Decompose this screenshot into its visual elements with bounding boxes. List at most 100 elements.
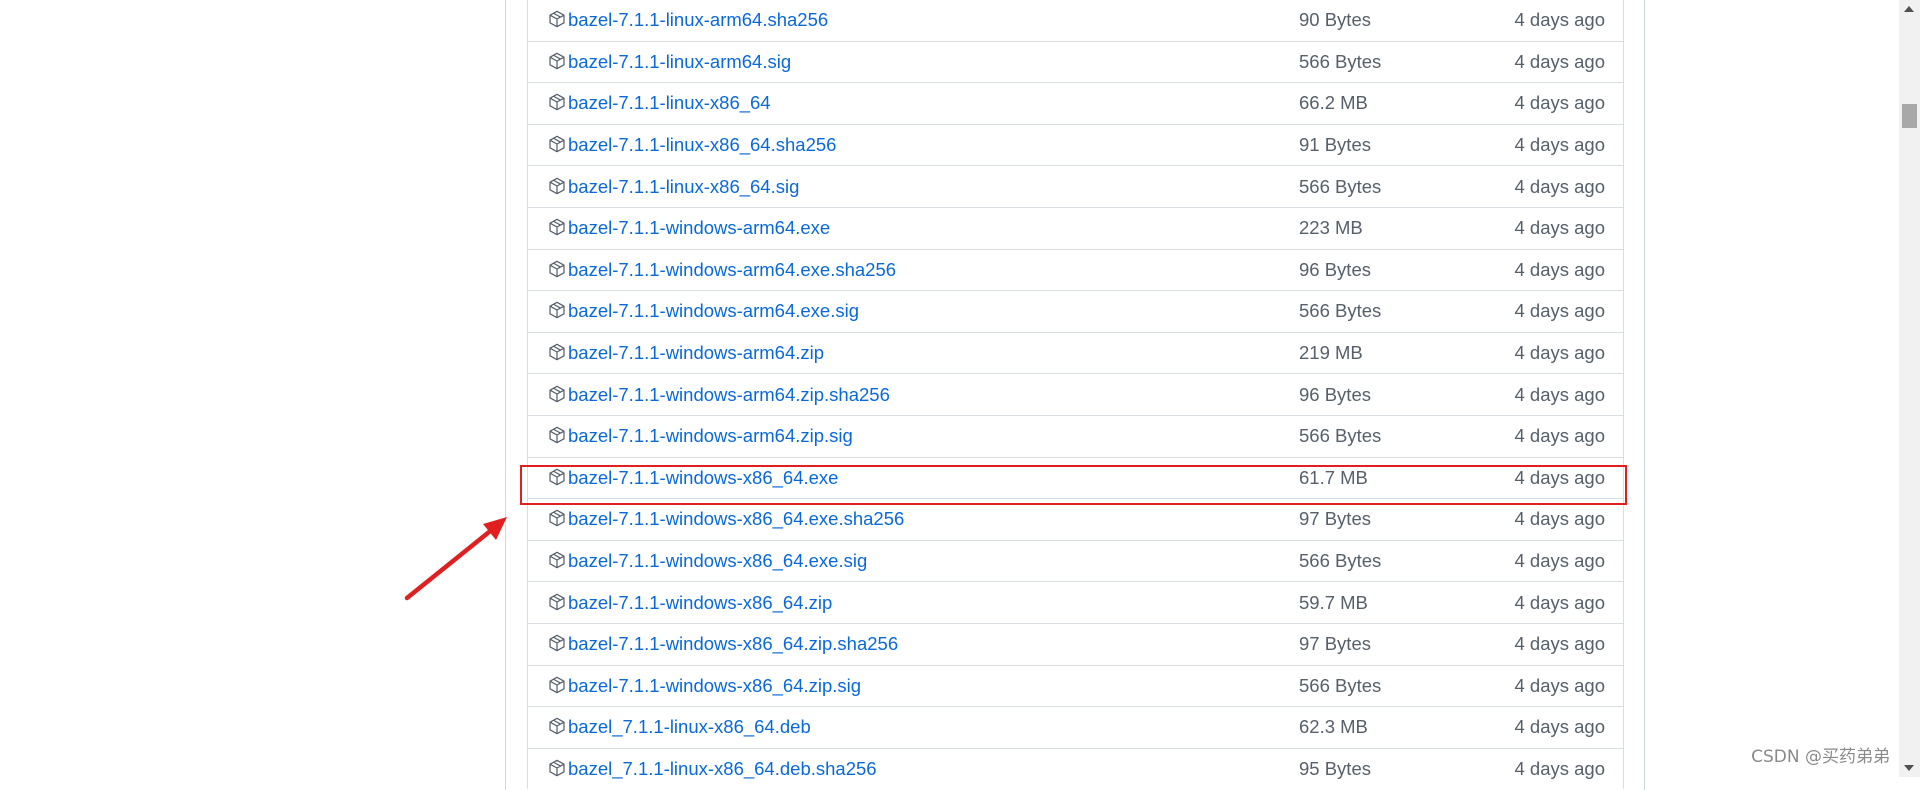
package-icon [548,385,568,405]
asset-download-link[interactable]: bazel_7.1.1-linux-x86_64.deb [568,716,811,738]
package-icon [548,717,568,737]
package-icon-svg [549,94,565,111]
scroll-thumb[interactable] [1902,104,1917,128]
asset-download-link[interactable]: bazel-7.1.1-windows-arm64.zip.sha256 [568,384,890,406]
csdn-watermark: CSDN @买药弟弟 [1751,747,1890,767]
package-icon [548,634,568,654]
asset-size: 62.3 MB [1299,716,1368,738]
package-icon-svg [549,593,565,610]
asset-row: bazel-7.1.1-windows-arm64.zip.sha256 96 B… [528,373,1623,415]
asset-row: bazel-7.1.1-linux-x86_64 66.2 MB 4 days ag… [528,82,1623,124]
asset-size: 61.7 MB [1299,466,1368,488]
package-icon-svg [549,510,565,527]
asset-download-link[interactable]: bazel-7.1.1-windows-arm64.exe.sha256 [568,259,896,281]
asset-date: 4 days ago [1514,425,1605,447]
package-icon [548,10,568,30]
package-icon-svg [549,343,565,361]
asset-size: 90 Bytes [1299,9,1371,31]
package-icon-svg [549,177,565,194]
asset-row: bazel-7.1.1-windows-x86_64.zip 59.7 MB 4 d… [528,581,1623,623]
asset-download-link[interactable]: bazel-7.1.1-windows-arm64.zip [568,342,824,364]
asset-row: bazel-7.1.1-windows-arm64.exe.sha256 96 B… [528,248,1623,291]
asset-date: 4 days ago [1514,716,1605,738]
asset-size: 566 Bytes [1299,175,1382,197]
asset-size: 219 MB [1299,342,1363,364]
asset-date: 4 days ago [1514,550,1605,572]
package-icon [548,218,568,238]
asset-size: 566 Bytes [1299,674,1382,696]
package-icon [548,177,568,197]
package-icon [548,468,568,488]
asset-date: 4 days ago [1514,508,1605,530]
asset-download-link[interactable]: bazel-7.1.1-windows-x86_64.zip.sig [568,675,861,697]
asset-download-link[interactable]: bazel-7.1.1-windows-arm64.exe [568,217,830,239]
asset-size: 66.2 MB [1299,92,1368,114]
asset-download-link[interactable]: bazel-7.1.1-windows-arm64.zip.sig [568,425,853,447]
package-icon [548,135,568,155]
asset-row: bazel-7.1.1-windows-x86_64.exe.sig 566 By… [528,539,1623,582]
package-icon [548,93,568,113]
asset-date: 4 days ago [1514,258,1605,280]
asset-download-link[interactable]: bazel-7.1.1-windows-x86_64.exe.sha256 [568,508,904,530]
red-arrow-annotation [404,517,507,601]
asset-download-link[interactable]: bazel-7.1.1-windows-x86_64.zip.sha256 [568,633,898,655]
package-icon-svg [549,718,565,735]
package-icon-svg [549,302,565,319]
package-icon [548,260,568,280]
scroll-down-arrow-icon[interactable] [1904,765,1914,771]
asset-date: 4 days ago [1514,217,1605,239]
asset-row: bazel-7.1.1-linux-x86_64.sig 566 Bytes 4 d… [528,165,1623,207]
asset-row: bazel_7.1.1-linux-x86_64.deb.sha256 95 By… [528,747,1623,790]
package-icon [548,426,568,446]
asset-row: bazel-7.1.1-windows-x86_64.zip.sig 566 By… [528,664,1623,707]
asset-download-link[interactable]: bazel-7.1.1-linux-x86_64 [568,92,771,114]
package-icon-svg [549,426,565,444]
package-icon-svg [549,634,565,652]
asset-download-link[interactable]: bazel-7.1.1-windows-x86_64.exe [568,467,838,489]
asset-size: 96 Bytes [1299,258,1371,280]
package-icon [548,676,568,696]
asset-row: bazel-7.1.1-windows-x86_64.exe.sha256 97 … [528,498,1623,540]
package-icon [548,301,568,321]
asset-size: 566 Bytes [1299,50,1382,72]
asset-download-link[interactable]: bazel-7.1.1-linux-x86_64.sha256 [568,134,836,156]
asset-download-link[interactable]: bazel-7.1.1-linux-x86_64.sig [568,176,799,198]
package-icon [548,551,568,571]
package-icon-svg [549,759,565,777]
asset-date: 4 days ago [1514,175,1605,197]
asset-download-link[interactable]: bazel-7.1.1-linux-arm64.sig [568,51,791,73]
package-icon [548,509,568,529]
asset-date: 4 days ago [1514,300,1605,322]
asset-download-link[interactable]: bazel-7.1.1-windows-x86_64.zip [568,592,832,614]
asset-row: bazel-7.1.1-windows-arm64.exe 223 MB 4 day… [528,206,1623,249]
asset-size: 96 Bytes [1299,383,1371,405]
package-icon-svg [549,52,565,70]
asset-size: 223 MB [1299,217,1363,239]
asset-date: 4 days ago [1514,383,1605,405]
asset-row: bazel-7.1.1-windows-arm64.zip 219 MB 4 day… [528,331,1623,374]
asset-row: bazel_7.1.1-linux-x86_64.deb 62.3 MB 4 day… [528,706,1623,748]
package-icon-svg [549,468,565,486]
asset-row: bazel-7.1.1-linux-x86_64.sha256 91 Bytes 4… [528,123,1623,166]
asset-row: bazel-7.1.1-linux-arm64.sha256 90 Bytes 4 … [528,0,1623,41]
asset-row: bazel-7.1.1-windows-x86_64.exe 61.7 MB 4 d… [528,456,1623,499]
asset-download-link[interactable]: bazel-7.1.1-windows-arm64.exe.sig [568,300,859,322]
package-icon [548,52,568,72]
package-icon-svg [549,260,565,278]
package-icon [548,759,568,779]
asset-download-link[interactable]: bazel-7.1.1-windows-x86_64.exe.sig [568,550,867,572]
asset-date: 4 days ago [1514,674,1605,696]
asset-row: bazel-7.1.1-windows-x86_64.zip.sha256 97 … [528,622,1623,665]
asset-row: bazel-7.1.1-windows-arm64.zip.sig 566 Byt… [528,414,1623,457]
package-icon-svg [549,551,565,569]
scroll-up-arrow-icon[interactable] [1904,6,1914,12]
asset-size: 566 Bytes [1299,550,1382,572]
package-icon [548,343,568,363]
asset-size: 91 Bytes [1299,134,1371,156]
asset-date: 4 days ago [1514,342,1605,364]
package-icon-svg [549,676,565,694]
asset-download-link[interactable]: bazel-7.1.1-linux-arm64.sha256 [568,9,828,31]
vertical-scrollbar[interactable] [1899,0,1920,777]
package-icon [548,593,568,613]
package-icon-svg [549,385,565,402]
